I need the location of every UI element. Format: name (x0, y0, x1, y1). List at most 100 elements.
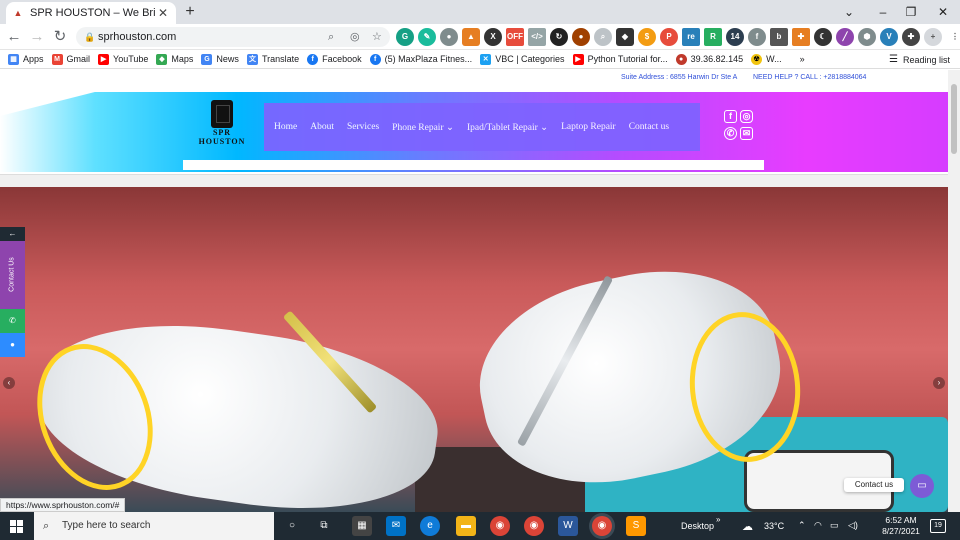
bookmark-vbc[interactable]: ✕ VBC | Categories (480, 53, 565, 65)
f-ext-icon[interactable]: f (748, 28, 766, 46)
email-icon[interactable]: ✉ (740, 127, 753, 140)
cube-icon[interactable]: ◆ (616, 28, 634, 46)
nav-services[interactable]: Services (347, 122, 379, 132)
redir-icon[interactable]: re (682, 28, 700, 46)
search-ext-icon[interactable]: ⌕ (594, 28, 612, 46)
vpn-shield-icon[interactable]: V (880, 28, 898, 46)
store-icon[interactable]: ▦ (352, 516, 372, 536)
nav-ipad-tablet-repair[interactable]: Ipad/Tablet Repair ⌄ (467, 122, 548, 133)
r-ext-icon[interactable]: R (704, 28, 722, 46)
shield-ext-icon[interactable]: ⬢ (858, 28, 876, 46)
restore-button[interactable]: ❐ (900, 2, 922, 22)
eye-slash-icon[interactable]: ◎ (350, 27, 360, 47)
new-tab-button[interactable]: + (180, 3, 200, 21)
notification-icon[interactable]: 19 (930, 519, 946, 533)
bookmark-ip[interactable]: ● 39.36.82.145 (675, 53, 743, 65)
record-icon[interactable]: ● (440, 28, 458, 46)
nav-phone-repair[interactable]: Phone Repair ⌄ (392, 122, 454, 133)
pen-icon[interactable]: ╱ (836, 28, 854, 46)
tab-close-icon[interactable]: ✕ (156, 6, 170, 20)
bookmark-youtube[interactable]: ▶ YouTube (98, 53, 148, 65)
bookmark-apps[interactable]: ▦ Apps (8, 53, 44, 65)
slider-prev-arrow[interactable]: ‹ (3, 377, 15, 389)
temperature[interactable]: 33°C (764, 521, 784, 531)
taskbar-search[interactable]: ⌕ Type here to search (34, 512, 274, 540)
nav-contact-us[interactable]: Contact us (629, 122, 669, 132)
menu-dots-icon[interactable]: ⋮ (946, 28, 960, 46)
page-scrollbar[interactable] (948, 70, 960, 512)
more-bookmarks-icon[interactable]: » (800, 54, 805, 64)
site-logo[interactable]: SPR HOUSTON (198, 100, 246, 152)
word-icon[interactable]: W (558, 516, 578, 536)
nav-home[interactable]: Home (274, 122, 297, 132)
windows-start-icon[interactable] (0, 512, 34, 540)
bookmark-translate[interactable]: 文 Translate (246, 53, 299, 65)
coin-icon[interactable]: $ (638, 28, 656, 46)
nav-about[interactable]: About (310, 122, 334, 132)
close-window-button[interactable]: ✕ (932, 2, 954, 22)
chat-bubble-icon[interactable]: ▭ (910, 474, 934, 498)
zoom-icon[interactable]: ⌕ (328, 27, 334, 47)
reload-icon[interactable]: ↻ (50, 27, 70, 47)
taskbar-clock[interactable]: 6:52 AM 8/27/2021 (876, 515, 926, 537)
help-phone[interactable]: NEED HELP ? CALL : +2818884064 (753, 74, 866, 81)
reading-list-button[interactable]: ☰ Reading list (889, 50, 950, 69)
tab-search-icon[interactable]: ⌄ (838, 2, 860, 22)
browser-tab[interactable]: ▲ SPR HOUSTON – We Bring Cell P ✕ (6, 2, 176, 24)
contact-us-tab[interactable]: Contact Us (0, 241, 25, 309)
forward-arrow-icon[interactable]: → (27, 27, 47, 47)
chrome-active-icon[interactable]: ◉ (592, 516, 612, 536)
image-icon[interactable]: ▲ (462, 28, 480, 46)
chevron-icon[interactable]: » (716, 515, 720, 524)
profile-avatar[interactable]: + (924, 28, 942, 46)
instagram-icon[interactable]: ◎ (740, 110, 753, 123)
puzzle-ext-icon[interactable]: ✚ (792, 28, 810, 46)
whatsapp-icon[interactable]: ✆ (0, 309, 25, 333)
slider-next-arrow[interactable]: › (933, 377, 945, 389)
chrome-profile-icon[interactable]: ◉ (524, 516, 544, 536)
chrome-icon[interactable]: ◉ (490, 516, 510, 536)
feather-icon[interactable]: ✎ (418, 28, 436, 46)
bookmark-python-tutorial[interactable]: ▶ Python Tutorial for... (572, 53, 668, 65)
cortana-icon[interactable]: ○ (282, 516, 302, 536)
grammarly-icon[interactable]: G (396, 28, 414, 46)
whatsapp-icon[interactable]: ✆ (724, 127, 737, 140)
battery-icon[interactable]: ▭ (830, 520, 839, 531)
bookmark-facebook[interactable]: f Facebook (307, 53, 362, 65)
mail-icon[interactable]: ✉ (386, 516, 406, 536)
moon-icon[interactable]: ☾ (814, 28, 832, 46)
scrollbar-thumb[interactable] (951, 84, 957, 154)
bookmark-maps[interactable]: ◆ Maps (156, 53, 193, 65)
extensions-puzzle-icon[interactable]: ✚ (902, 28, 920, 46)
back-arrow-icon[interactable]: ← (4, 27, 24, 47)
pinterest-icon[interactable]: P (660, 28, 678, 46)
off-badge-icon[interactable]: OFF (506, 28, 524, 46)
minimize-button[interactable]: – (872, 2, 894, 22)
b-ext-icon[interactable]: b (770, 28, 788, 46)
bookmark-star-icon[interactable]: ☆ (372, 27, 382, 47)
messenger-icon[interactable]: ● (0, 333, 25, 357)
wifi-icon[interactable]: ◠ (814, 520, 822, 531)
volume-icon[interactable]: ◁) (848, 520, 858, 531)
tray-chevron-icon[interactable]: ⌃ (798, 520, 806, 531)
bookmark-w[interactable]: ☢ W... (751, 53, 782, 65)
bookmark-maxplaza[interactable]: f (5) MaxPlaza Fitnes... (369, 53, 472, 65)
code-icon[interactable]: </> (528, 28, 546, 46)
facebook-icon[interactable]: f (724, 110, 737, 123)
bookmark-gmail[interactable]: M Gmail (51, 53, 90, 65)
edge-icon[interactable]: e (420, 516, 440, 536)
desktop-label[interactable]: Desktop (681, 521, 714, 531)
x-ext-icon[interactable]: X (484, 28, 502, 46)
weather-cloud-icon[interactable]: ☁ (742, 520, 753, 533)
sync-icon[interactable]: ↻ (550, 28, 568, 46)
sublime-icon[interactable]: S (626, 516, 646, 536)
graduation-cap-icon[interactable]: 14 (726, 28, 744, 46)
nav-laptop-repair[interactable]: Laptop Repair (561, 122, 616, 132)
bookmark-news[interactable]: G News (201, 53, 239, 65)
cookie-icon[interactable]: ● (572, 28, 590, 46)
address-bar[interactable]: 🔒 sprhouston.com ⌕ ◎ ☆ (76, 27, 390, 47)
collapse-arrow-icon[interactable]: ← (0, 227, 25, 241)
task-view-icon[interactable]: ⧉ (314, 516, 334, 536)
file-explorer-icon[interactable]: ▬ (456, 516, 476, 536)
chat-label[interactable]: Contact us (844, 478, 904, 492)
